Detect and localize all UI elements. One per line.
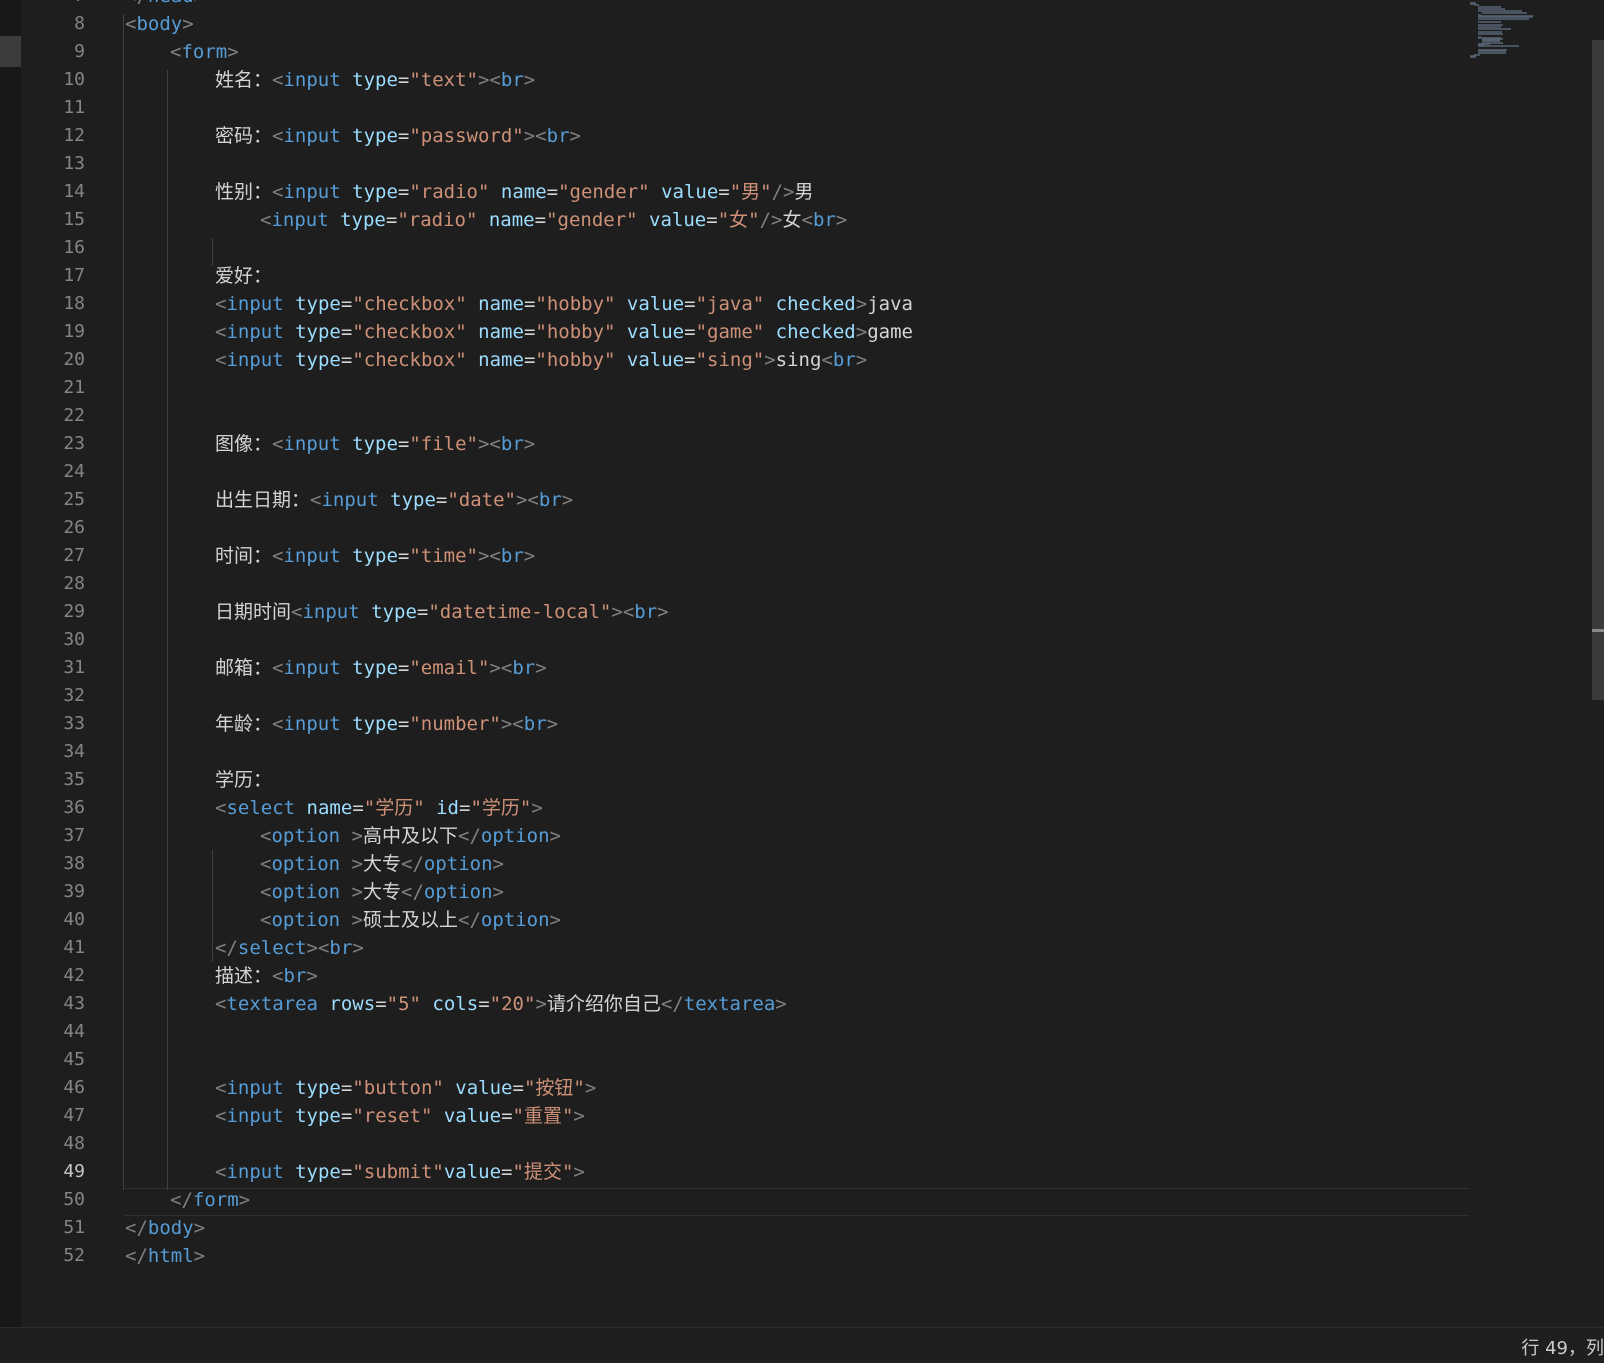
line-number[interactable]: 46: [21, 1074, 85, 1102]
code-line[interactable]: 出生日期：<input type="date"><br>: [215, 486, 573, 514]
line-number-gutter[interactable]: 7891011121314151617181920212223242526272…: [21, 0, 106, 1327]
minimap-line: [1482, 11, 1527, 14]
line-number[interactable]: 15: [21, 206, 85, 234]
code-line[interactable]: </body>: [125, 1214, 205, 1242]
cursor-position-status[interactable]: 行 49，列: [1521, 1334, 1604, 1360]
line-number[interactable]: 48: [21, 1130, 85, 1158]
code-line[interactable]: <option >硕士及以上</option>: [260, 906, 561, 934]
line-number[interactable]: 14: [21, 178, 85, 206]
line-number[interactable]: 34: [21, 738, 85, 766]
line-number[interactable]: 12: [21, 122, 85, 150]
code-line[interactable]: 性别：<input type="radio" name="gender" val…: [215, 178, 814, 206]
line-number[interactable]: 43: [21, 990, 85, 1018]
indent-guide: [212, 850, 213, 962]
code-line[interactable]: 爱好：: [215, 262, 272, 290]
line-number[interactable]: 9: [21, 38, 85, 66]
code-line[interactable]: <input type="button" value="按钮">: [215, 1074, 596, 1102]
line-number[interactable]: 13: [21, 150, 85, 178]
status-bar: 行 49，列: [0, 1327, 1604, 1363]
line-number[interactable]: 26: [21, 514, 85, 542]
code-line[interactable]: 图像：<input type="file"><br>: [215, 430, 535, 458]
code-line[interactable]: <input type="checkbox" name="hobby" valu…: [215, 318, 913, 346]
code-line[interactable]: 描述：<br>: [215, 962, 318, 990]
code-line[interactable]: 学历：: [215, 766, 272, 794]
minimap-line: [1478, 45, 1520, 48]
line-number[interactable]: 32: [21, 682, 85, 710]
code-line[interactable]: 日期时间<input type="datetime-local"><br>: [215, 598, 669, 626]
code-line[interactable]: </form>: [170, 1186, 250, 1214]
scrollbar-thumb[interactable]: [1592, 40, 1604, 700]
line-number[interactable]: 10: [21, 66, 85, 94]
indent-guide: [123, 14, 124, 1190]
indent-guide: [212, 238, 213, 266]
code-line[interactable]: 年龄：<input type="number"><br>: [215, 710, 558, 738]
code-line[interactable]: <input type="radio" name="gender" value=…: [260, 206, 847, 234]
activity-bar: [0, 0, 21, 1327]
line-number[interactable]: 25: [21, 486, 85, 514]
line-number[interactable]: 24: [21, 458, 85, 486]
line-number[interactable]: 11: [21, 94, 85, 122]
line-number[interactable]: 52: [21, 1242, 85, 1270]
code-line[interactable]: <option >大专</option>: [260, 878, 504, 906]
line-number[interactable]: 44: [21, 1018, 85, 1046]
line-number[interactable]: 50: [21, 1186, 85, 1214]
code-line[interactable]: </html>: [125, 1242, 205, 1270]
line-number[interactable]: 17: [21, 262, 85, 290]
line-number[interactable]: 20: [21, 346, 85, 374]
line-number[interactable]: 47: [21, 1102, 85, 1130]
minimap-line: [1478, 52, 1506, 55]
code-line[interactable]: <textarea rows="5" cols="20">请介绍你自己</tex…: [215, 990, 787, 1018]
line-number[interactable]: 7: [21, 0, 85, 10]
current-line-highlight: [124, 1188, 1470, 1216]
line-number[interactable]: 27: [21, 542, 85, 570]
line-number[interactable]: 38: [21, 850, 85, 878]
line-number[interactable]: 37: [21, 822, 85, 850]
scrollbar-cursor-marker: [1592, 629, 1604, 632]
minimap-line: [1470, 56, 1477, 58]
line-number[interactable]: 23: [21, 430, 85, 458]
minimap-line: [1478, 33, 1504, 36]
code-line[interactable]: 邮箱：<input type="email"><br>: [215, 654, 547, 682]
line-number[interactable]: 30: [21, 626, 85, 654]
code-line[interactable]: <input type="checkbox" name="hobby" valu…: [215, 346, 867, 374]
code-line[interactable]: <select name="学历" id="学历">: [215, 794, 543, 822]
line-number[interactable]: 41: [21, 934, 85, 962]
line-number[interactable]: 39: [21, 878, 85, 906]
code-line[interactable]: <input type="checkbox" name="hobby" valu…: [215, 290, 913, 318]
line-number[interactable]: 36: [21, 794, 85, 822]
minimap-line: [1478, 17, 1530, 20]
code-line[interactable]: 时间：<input type="time"><br>: [215, 542, 535, 570]
code-line[interactable]: <form>: [170, 38, 239, 66]
line-number[interactable]: 21: [21, 374, 85, 402]
line-number[interactable]: 40: [21, 906, 85, 934]
code-line[interactable]: <input type="submit"value="提交">: [215, 1158, 585, 1186]
vertical-scrollbar[interactable]: [1590, 0, 1604, 1327]
line-number[interactable]: 33: [21, 710, 85, 738]
code-line[interactable]: <option >高中及以下</option>: [260, 822, 561, 850]
code-editor[interactable]: </head><body><form>姓名：<input type="text"…: [106, 0, 1470, 1327]
code-line[interactable]: </select><br>: [215, 934, 364, 962]
code-line[interactable]: <option >大专</option>: [260, 850, 504, 878]
line-number[interactable]: 45: [21, 1046, 85, 1074]
line-number[interactable]: 42: [21, 962, 85, 990]
line-number[interactable]: 16: [21, 234, 85, 262]
line-number[interactable]: 18: [21, 290, 85, 318]
code-line[interactable]: 密码：<input type="password"><br>: [215, 122, 581, 150]
line-number[interactable]: 28: [21, 570, 85, 598]
indent-guide: [167, 70, 168, 1190]
line-number[interactable]: 35: [21, 766, 85, 794]
minimap[interactable]: [1470, 0, 1590, 1327]
line-number[interactable]: 49: [21, 1158, 85, 1186]
line-number[interactable]: 29: [21, 598, 85, 626]
line-number[interactable]: 22: [21, 402, 85, 430]
code-line[interactable]: </head>: [125, 0, 205, 10]
code-line[interactable]: <input type="reset" value="重置">: [215, 1102, 585, 1130]
line-number[interactable]: 8: [21, 10, 85, 38]
code-line[interactable]: 姓名：<input type="text"><br>: [215, 66, 535, 94]
line-number[interactable]: 51: [21, 1214, 85, 1242]
line-number[interactable]: 31: [21, 654, 85, 682]
activity-active-marker: [0, 36, 21, 67]
code-line[interactable]: <body>: [125, 10, 194, 38]
line-number[interactable]: 19: [21, 318, 85, 346]
